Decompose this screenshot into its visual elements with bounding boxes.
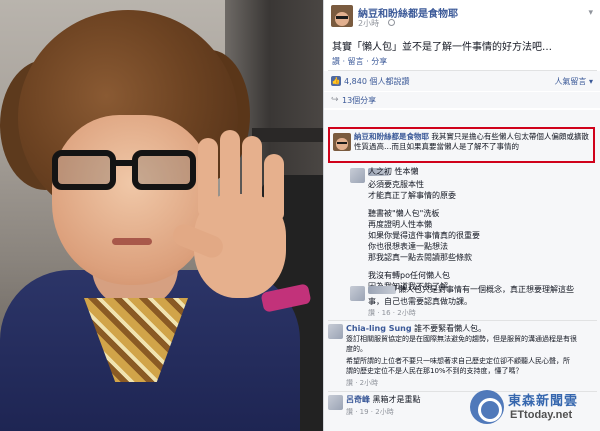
comments-section: 納豆和盼絲都是食物耶 我其實只是擔心有些懶人包太帶個人偏頗或擴散性質過高…而且如… bbox=[324, 110, 600, 431]
commenter-name[interactable]: Chia-ling Sung bbox=[346, 324, 412, 333]
raised-hand bbox=[169, 130, 298, 300]
share-arrow-icon: ↪ bbox=[331, 95, 339, 105]
facebook-post-panel: 納豆和盼絲都是食物耶 2小時 ▾ 其實「懶人包」並不是了解一件事情的好方法吧… … bbox=[323, 0, 600, 431]
mouth bbox=[112, 238, 152, 245]
reply-text-line: 你也很想表達一點想法 bbox=[368, 242, 448, 251]
globe-icon bbox=[388, 19, 395, 26]
reply-text-line: 聽書被"懶人包"洗板 bbox=[368, 209, 440, 218]
glasses-lens bbox=[52, 150, 116, 190]
post-actions[interactable]: 讚 · 留言 · 分享 bbox=[332, 56, 387, 67]
comment-sort-dropdown[interactable]: 人氣留言 ▾ bbox=[554, 76, 593, 87]
thumbs-up-icon: 👍 bbox=[331, 76, 341, 86]
post-text: 其實「懶人包」並不是了解一件事情的好方法吧… bbox=[332, 42, 552, 53]
reply-text-line: 事，自己也需要認真做功課。 bbox=[368, 297, 472, 306]
shares-row: ↪ 13個分享 bbox=[324, 92, 600, 108]
blurred-avatar bbox=[350, 168, 365, 183]
comment-header: Chia-ling Sung 誰不要緊看懶人包。 bbox=[346, 323, 486, 334]
post-timestamp[interactable]: 2小時 bbox=[358, 18, 379, 29]
likes-row: 👍 4,840 個人都說讚 人氣留言 ▾ bbox=[324, 71, 600, 91]
post-header: 納豆和盼絲都是食物耶 2小時 ▾ bbox=[324, 0, 600, 32]
comment-meta[interactable]: 讚 · 2小時 bbox=[346, 378, 378, 388]
comment-header: 呂奇峰 黑箱才是重點 bbox=[346, 394, 421, 405]
post-photo[interactable] bbox=[0, 0, 323, 431]
page-avatar[interactable] bbox=[331, 5, 353, 27]
reply-text: 人之初 性本懶 bbox=[368, 167, 419, 176]
blurred-avatar bbox=[350, 286, 365, 301]
comment-meta[interactable]: 讚 · 19 · 2小時 bbox=[346, 407, 394, 417]
comment-text-line: 謂的歷史定位不是人民在那10%不到的支持度，懂了嗎？ bbox=[346, 367, 523, 375]
reply-text-line: 必須要克服本性 bbox=[368, 180, 424, 189]
commenter-name[interactable]: 納豆和盼絲都是食物耶 bbox=[354, 132, 429, 141]
comment-text-line: 簽訂相關服貿協定的是在國際無法避免的趨勢，但是服貿的溝通過程是有很 bbox=[346, 335, 577, 343]
ettoday-watermark: 東森新聞雲 ETtoday.net bbox=[470, 388, 598, 428]
reply-text-line: 我沒有轉po任何懶人包 bbox=[368, 271, 450, 280]
comment-body: 納豆和盼絲都是食物耶 我其實只是擔心有些懶人包太帶個人偏頗或擴散性質過高…而且如… bbox=[354, 132, 590, 152]
highlighted-comment: 納豆和盼絲都是食物耶 我其實只是擔心有些懶人包太帶個人偏頗或擴散性質過高…而且如… bbox=[328, 127, 595, 163]
reply-text-line: 才能真正了解事情的原委 bbox=[368, 191, 456, 200]
ettoday-logo-icon bbox=[470, 390, 504, 424]
commenter-name[interactable]: 呂奇峰 bbox=[346, 395, 370, 404]
reply-text-line: 「懶人包只是對事情有一個概念，真正想要理解這些 bbox=[390, 285, 574, 294]
watermark-brand: 東森新聞雲 bbox=[508, 394, 579, 409]
reply-text-line: 再度證明人性本懶 bbox=[368, 220, 432, 229]
comment-text: 黑箱才是重點 bbox=[372, 395, 421, 404]
commenter-avatar[interactable] bbox=[333, 133, 351, 151]
likes-count[interactable]: 4,840 個人都說讚 bbox=[344, 76, 409, 87]
shares-count[interactable]: 13個分享 bbox=[342, 95, 376, 106]
watermark-url: ETtoday.net bbox=[510, 409, 573, 421]
reply-text-line: 那我認真一點去閱讀那些條款 bbox=[368, 253, 472, 262]
divider bbox=[328, 320, 597, 321]
chevron-down-icon[interactable]: ▾ bbox=[588, 8, 593, 18]
comment-text-line: 度的。 bbox=[346, 345, 367, 353]
reply-meta[interactable]: 讚 · 16 · 2小時 bbox=[368, 308, 416, 318]
reply-text-line: 如果你覺得這件事情真的很重要 bbox=[368, 231, 480, 240]
comment-text: 誰不要緊看懶人包。 bbox=[414, 324, 487, 333]
commenter-avatar[interactable] bbox=[328, 395, 343, 410]
commenter-avatar[interactable] bbox=[328, 324, 343, 339]
